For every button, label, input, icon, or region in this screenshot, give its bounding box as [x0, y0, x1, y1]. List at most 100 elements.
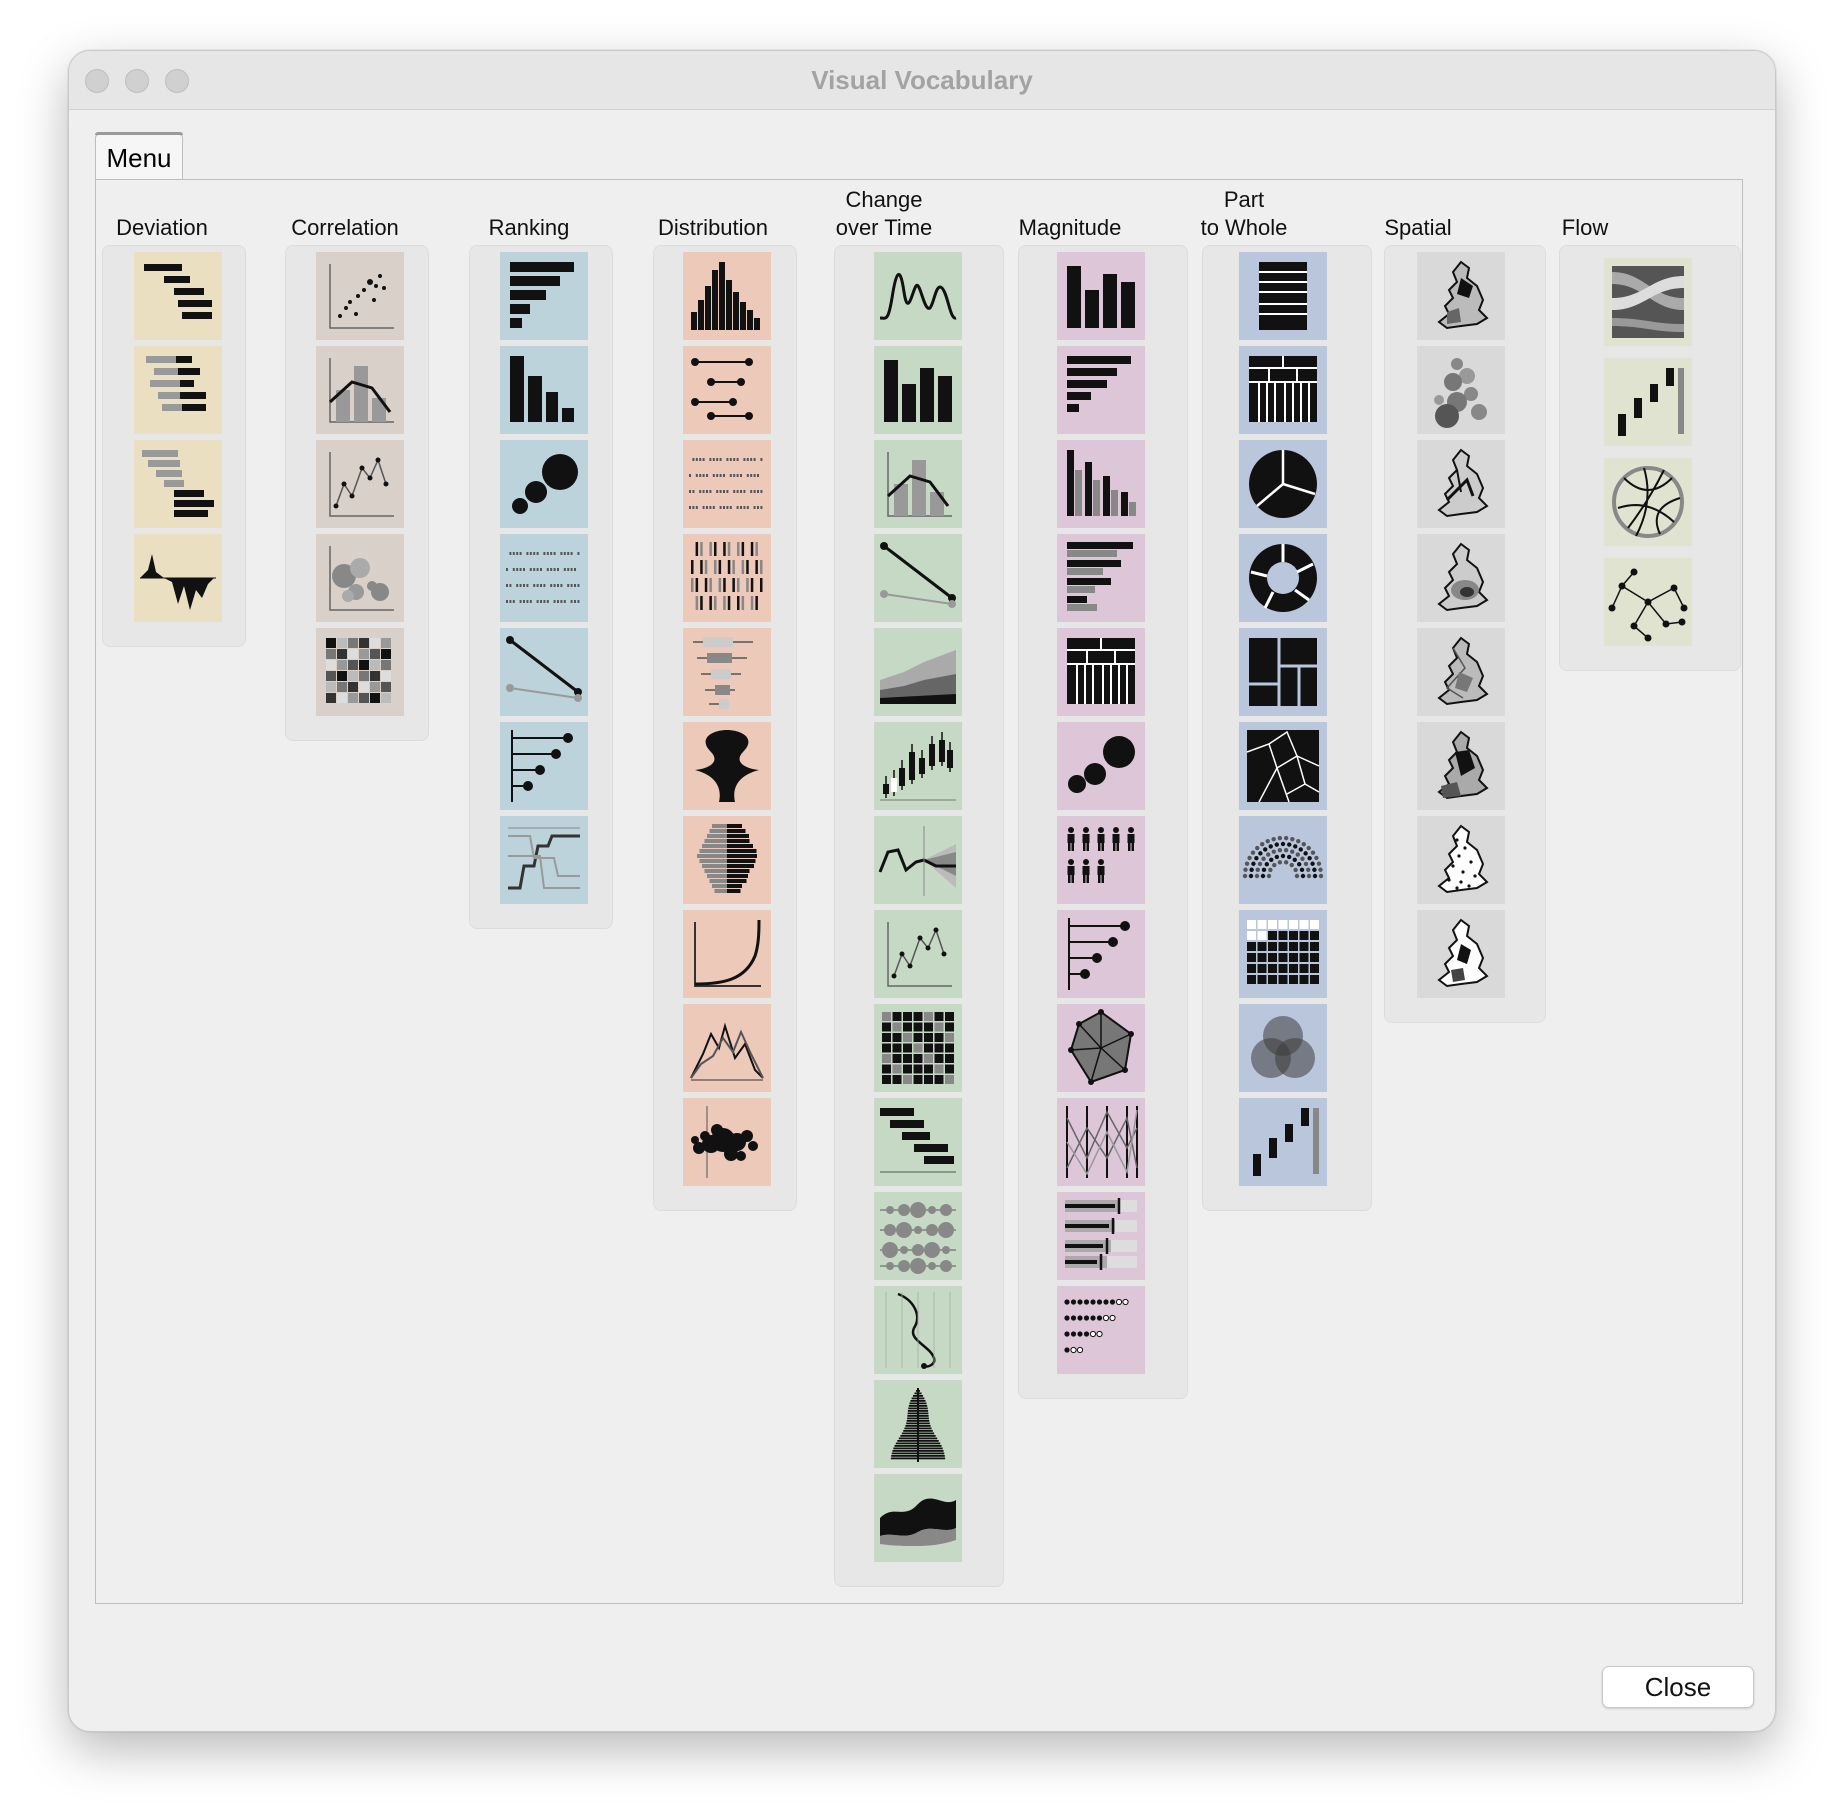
column-line-timeline-tile[interactable]	[316, 346, 404, 434]
dot-strip-plot-tile[interactable]	[500, 534, 588, 622]
column-icon	[1067, 266, 1135, 328]
close-button[interactable]: Close	[1602, 1666, 1754, 1708]
bubble-chart-tile[interactable]	[316, 534, 404, 622]
dot-plot-tile[interactable]	[683, 346, 771, 434]
frequency-polygons-tile[interactable]	[683, 1004, 771, 1092]
spine-chart-icon	[142, 450, 214, 517]
line-icon	[879, 273, 957, 320]
barcode-plot-tile[interactable]	[683, 534, 771, 622]
isotype-tile[interactable]	[1057, 816, 1145, 904]
column-line-timeline-icon	[886, 452, 952, 517]
population-pyramid-tile[interactable]	[683, 816, 771, 904]
arc-tile[interactable]	[1239, 816, 1327, 904]
bullet-tile[interactable]	[1057, 1192, 1145, 1280]
sankey-tile[interactable]	[1604, 258, 1692, 346]
venn-tile[interactable]	[1239, 1004, 1327, 1092]
lollipop-tile[interactable]	[1057, 910, 1145, 998]
candlestick-tile[interactable]	[874, 722, 962, 810]
column-line-timeline-tile[interactable]	[874, 440, 962, 528]
ordered-proportional-symbol-tile[interactable]	[500, 440, 588, 528]
tab-menu[interactable]: Menu	[95, 132, 183, 180]
marimekko-tile[interactable]	[1057, 628, 1145, 716]
histogram-tile[interactable]	[683, 252, 771, 340]
paired-column-tile[interactable]	[1057, 440, 1145, 528]
donut-tile[interactable]	[1239, 534, 1327, 622]
bullet-icon	[1065, 1198, 1137, 1270]
line-tile[interactable]	[874, 252, 962, 340]
calendar-heatmap-tile[interactable]	[874, 1004, 962, 1092]
gridplot-icon	[1247, 920, 1319, 984]
pie-tile[interactable]	[1239, 440, 1327, 528]
seismogram-tile[interactable]	[874, 1380, 962, 1468]
slope-icon	[506, 636, 582, 702]
connected-scatterplot-tile[interactable]	[874, 910, 962, 998]
voronoi-tile[interactable]	[1239, 722, 1327, 810]
priestley-timeline-tile[interactable]	[874, 1098, 962, 1186]
candlestick-icon	[880, 732, 956, 801]
paired-bar-tile[interactable]	[1057, 534, 1145, 622]
gridplot-tile[interactable]	[1239, 910, 1327, 998]
ordered-proportional-symbol-icon	[512, 454, 578, 514]
surplus-deficit-line-tile[interactable]	[134, 534, 222, 622]
xy-heatmap-tile[interactable]	[316, 628, 404, 716]
column-tile[interactable]	[1057, 252, 1145, 340]
contour-map-tile[interactable]	[1417, 534, 1505, 622]
diverging-bar-tile[interactable]	[134, 252, 222, 340]
violin-plot-tile[interactable]	[683, 722, 771, 810]
heat-map-tile[interactable]	[1417, 910, 1505, 998]
flow-map-tile[interactable]	[1417, 440, 1505, 528]
network-tile[interactable]	[1604, 558, 1692, 646]
basic-choropleth-icon	[1437, 260, 1489, 330]
vertical-timeline-tile[interactable]	[874, 1286, 962, 1374]
ordered-column-icon	[510, 356, 574, 422]
streamgraph-tile[interactable]	[874, 1474, 962, 1562]
beeswarm-tile[interactable]	[683, 1098, 771, 1186]
bar-tile[interactable]	[1057, 346, 1145, 434]
connected-scatterplot-tile[interactable]	[316, 440, 404, 528]
marimekko-tile[interactable]	[1239, 346, 1327, 434]
equalised-cartogram-tile[interactable]	[1417, 628, 1505, 716]
category-label: Part to Whole	[1200, 187, 1288, 240]
histogram-icon	[691, 262, 760, 330]
basic-choropleth-tile[interactable]	[1417, 252, 1505, 340]
dot-strip-plot-tile[interactable]	[683, 440, 771, 528]
frequency-polygons-icon	[690, 1022, 764, 1081]
ordered-bar-tile[interactable]	[500, 252, 588, 340]
chord-tile[interactable]	[1604, 458, 1692, 546]
area-chart-tile[interactable]	[874, 628, 962, 716]
connected-scatterplot-icon	[887, 922, 952, 987]
cumulative-curve-tile[interactable]	[683, 910, 771, 998]
waterfall-tile[interactable]	[1604, 358, 1692, 446]
parallel-coordinates-tile[interactable]	[1057, 1098, 1145, 1186]
fan-chart-tile[interactable]	[874, 816, 962, 904]
stacked-column-tile[interactable]	[1239, 252, 1327, 340]
waterfall-tile[interactable]	[1239, 1098, 1327, 1186]
slope-icon	[880, 542, 956, 608]
treemap-tile[interactable]	[1239, 628, 1327, 716]
proportional-symbol-map-tile[interactable]	[1417, 346, 1505, 434]
scaled-cartogram-tile[interactable]	[1417, 722, 1505, 810]
proportional-symbol-tile[interactable]	[1057, 722, 1145, 810]
circle-timeline-tile[interactable]	[874, 1192, 962, 1280]
boxplot-tile[interactable]	[683, 628, 771, 716]
lollipop-tile[interactable]	[500, 722, 588, 810]
scatterplot-tile[interactable]	[316, 252, 404, 340]
dot-density-tile[interactable]	[1417, 816, 1505, 904]
category-label: Magnitude	[1018, 215, 1122, 240]
spine-chart-tile[interactable]	[134, 440, 222, 528]
isotype-icon	[1067, 827, 1135, 883]
ordered-column-tile[interactable]	[500, 346, 588, 434]
diverging-stacked-bar-tile[interactable]	[134, 346, 222, 434]
network-icon	[1608, 568, 1688, 642]
bump-tile[interactable]	[500, 816, 588, 904]
column-tile[interactable]	[874, 346, 962, 434]
slope-tile[interactable]	[874, 534, 962, 622]
diverging-stacked-bar-icon	[146, 356, 206, 411]
scaled-cartogram-icon	[1437, 730, 1489, 800]
grouped-symbol-icon	[1064, 1298, 1129, 1354]
slope-tile[interactable]	[500, 628, 588, 716]
grouped-symbol-tile[interactable]	[1057, 1286, 1145, 1374]
radar-chart-tile[interactable]	[1057, 1004, 1145, 1092]
cumulative-curve-icon	[694, 919, 761, 987]
area-chart-icon	[880, 650, 956, 704]
